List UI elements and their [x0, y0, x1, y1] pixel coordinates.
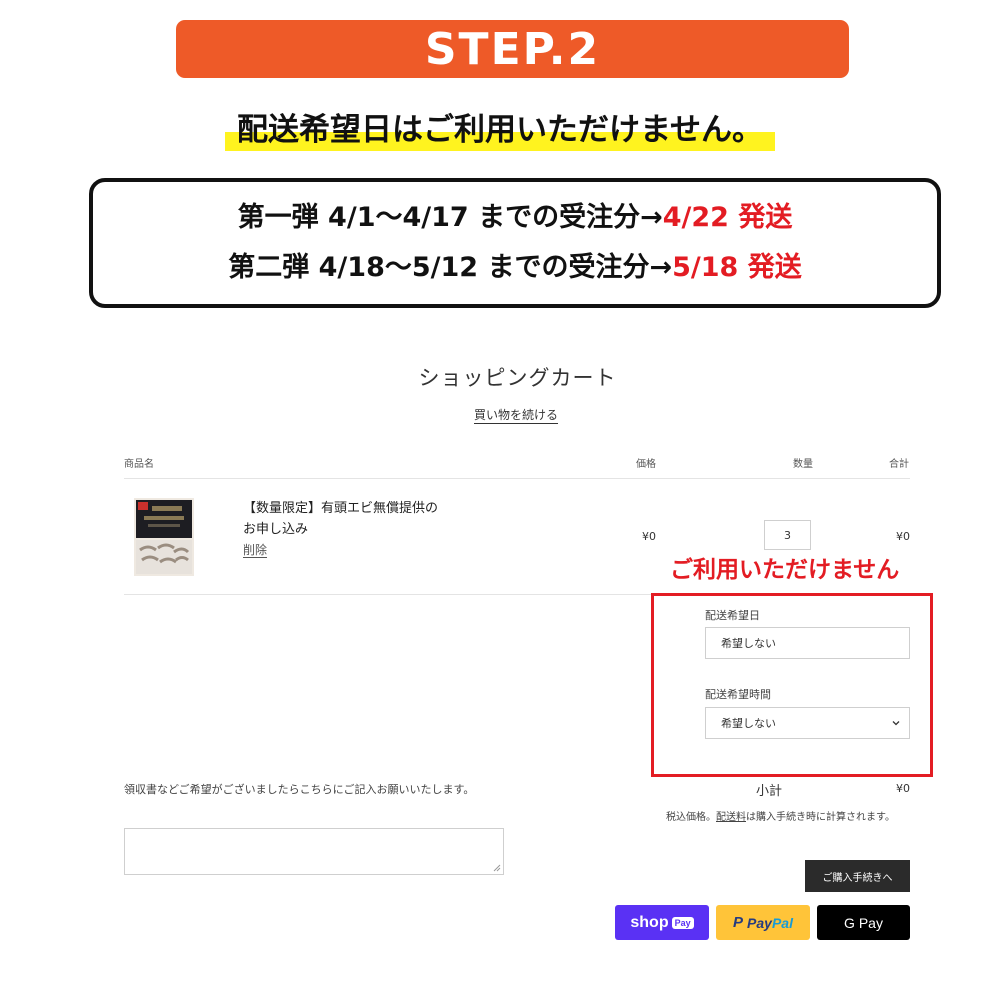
page-title: ショッピングカート	[418, 366, 617, 390]
shipping-fee-link[interactable]: 配送料	[716, 812, 746, 823]
delivery-date-field[interactable]: 希望しない	[705, 627, 910, 659]
divider	[124, 478, 910, 479]
product-name[interactable]: 【数量限定】有頭エビ無償提供の お申し込み	[243, 498, 483, 540]
step-banner: STEP.2	[176, 20, 849, 78]
checkout-button[interactable]: ご購入手続きへ	[805, 860, 910, 892]
item-total: ¥0	[896, 530, 910, 543]
shop-pay-logo-text: shop	[630, 913, 669, 931]
schedule-line-1: 第一弾 4/1〜4/17 までの受注分→4/22 発送	[238, 193, 793, 243]
paypal-button[interactable]: P Pay Pal	[716, 905, 810, 940]
schedule-line-1-ship: 4/22 発送	[662, 202, 793, 233]
delivery-time-label: 配送希望時間	[705, 688, 771, 701]
column-header-quantity: 数量	[793, 459, 813, 470]
remove-item-link[interactable]: 削除	[243, 541, 267, 558]
step-title: STEP.2	[424, 23, 601, 75]
order-note-label: 領収書などご希望がございましたらこちらにご記入お願いいたします。	[124, 783, 475, 796]
chevron-down-icon	[892, 721, 900, 726]
notice-headline-wrap: 配送希望日はご利用いただけません。	[0, 104, 1000, 151]
paypal-logo-pal: Pal	[771, 914, 793, 931]
shrimp-package-image	[134, 498, 194, 576]
product-name-line-2: お申し込み	[243, 522, 309, 537]
shipping-schedule-box: 第一弾 4/1〜4/17 までの受注分→4/22 発送 第二弾 4/18〜5/1…	[89, 178, 941, 308]
continue-shopping-link[interactable]: 買い物を続ける	[474, 406, 558, 423]
item-price: ¥0	[642, 530, 656, 543]
schedule-line-1-text: 第一弾 4/1〜4/17 までの受注分→	[237, 202, 663, 233]
shop-pay-badge: Pay	[671, 916, 694, 929]
delivery-date-value: 希望しない	[721, 637, 776, 650]
paypal-p-icon: P	[733, 914, 744, 931]
unavailable-notice: ご利用いただけません	[670, 557, 900, 583]
resize-handle-icon[interactable]	[493, 864, 501, 872]
tax-note: 税込価格。配送料は購入手続き時に計算されます。	[666, 808, 895, 823]
notice-headline: 配送希望日はご利用いただけません。	[224, 104, 776, 151]
order-note-textarea[interactable]	[124, 828, 504, 875]
tax-note-suffix: は購入手続き時に計算されます。	[746, 812, 895, 823]
delivery-time-select[interactable]: 希望しない	[705, 707, 910, 739]
subtotal-label: 小計	[756, 784, 783, 799]
quantity-input[interactable]	[764, 520, 811, 550]
delivery-date-label: 配送希望日	[705, 609, 760, 622]
schedule-line-2: 第二弾 4/18〜5/12 までの受注分→5/18 発送	[228, 243, 802, 293]
google-pay-button[interactable]: G Pay	[817, 905, 910, 940]
column-header-product: 商品名	[124, 459, 154, 470]
google-pay-logo: G Pay	[844, 914, 883, 931]
unavailable-highlight-frame	[651, 593, 933, 777]
tax-note-prefix: 税込価格。	[666, 812, 716, 823]
shop-pay-button[interactable]: shop Pay	[615, 905, 709, 940]
schedule-line-2-text: 第二弾 4/18〜5/12 までの受注分→	[228, 252, 673, 283]
subtotal-value: ¥0	[896, 782, 910, 795]
paypal-logo-pay: Pay	[747, 914, 772, 931]
schedule-line-2-ship: 5/18 発送	[672, 252, 802, 283]
column-header-total: 合計	[889, 459, 909, 470]
column-header-price: 価格	[636, 459, 656, 470]
delivery-time-value: 希望しない	[721, 717, 776, 730]
product-thumbnail[interactable]	[134, 498, 194, 576]
product-name-line-1: 【数量限定】有頭エビ無償提供の	[243, 501, 439, 516]
